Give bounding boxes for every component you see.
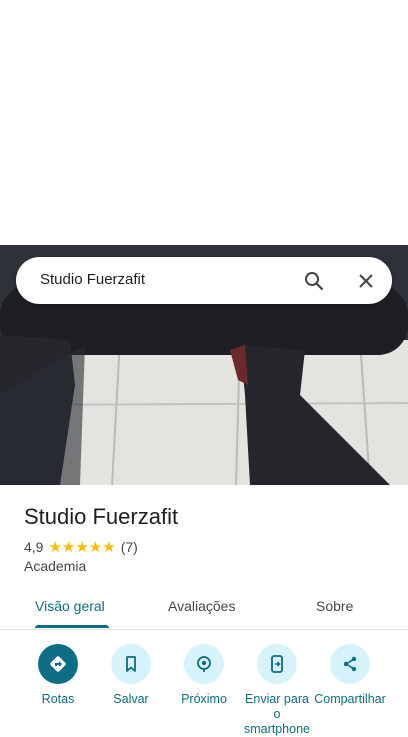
- tab-overview[interactable]: Visão geral: [35, 598, 105, 614]
- search-bar[interactable]: Studio Fuerzafit: [16, 257, 392, 304]
- rating-row[interactable]: 4,9 ★★★★★ (7): [24, 538, 138, 556]
- directions-button[interactable]: Rotas: [22, 644, 94, 707]
- send-to-phone-label: Enviar para o smartphone: [243, 692, 310, 736]
- directions-icon: [38, 644, 78, 684]
- rating-value: 4,9: [24, 539, 44, 555]
- send-to-phone-icon: [257, 644, 297, 684]
- save-button[interactable]: Salvar: [95, 644, 167, 707]
- save-label: Salvar: [113, 692, 149, 706]
- search-icon[interactable]: [302, 269, 326, 293]
- tab-reviews[interactable]: Avaliações: [168, 598, 235, 614]
- share-label: Compartilhar: [314, 692, 386, 706]
- active-tab-indicator: [35, 625, 109, 628]
- share-button[interactable]: Compartilhar: [314, 644, 386, 707]
- star-rating-icon: ★★★★★: [48, 539, 116, 556]
- send-to-phone-button[interactable]: Enviar para o smartphone: [241, 644, 313, 737]
- tab-about[interactable]: Sobre: [316, 598, 353, 614]
- tab-bar: Visão geral Avaliações Sobre: [0, 588, 408, 630]
- place-category[interactable]: Academia: [24, 558, 86, 574]
- nearby-icon: [184, 644, 224, 684]
- nearby-button[interactable]: Próximo: [168, 644, 240, 707]
- nearby-label: Próximo: [181, 692, 227, 706]
- bookmark-icon: [111, 644, 151, 684]
- place-title: Studio Fuerzafit: [24, 504, 179, 529]
- review-count[interactable]: (7): [121, 539, 138, 555]
- share-icon: [330, 644, 370, 684]
- search-query-text[interactable]: Studio Fuerzafit: [40, 271, 145, 288]
- directions-label: Rotas: [41, 692, 75, 706]
- map-area-blank: [0, 0, 408, 245]
- close-icon[interactable]: [354, 269, 378, 293]
